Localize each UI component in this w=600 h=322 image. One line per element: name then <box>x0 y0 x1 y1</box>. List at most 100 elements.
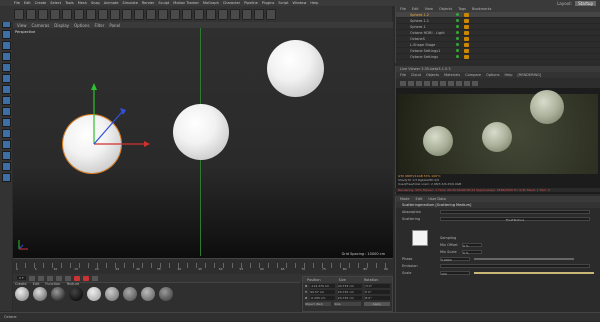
menu-item[interactable]: Plugins <box>262 1 275 5</box>
menu-item[interactable]: Snap <box>91 1 100 5</box>
absorption-field[interactable] <box>440 209 590 214</box>
lock-icon[interactable] <box>1 140 11 149</box>
visibility-dot-icon[interactable] <box>456 13 459 16</box>
scale-icon[interactable] <box>62 8 72 20</box>
mix-offset-field[interactable]: 0 % <box>462 242 482 248</box>
autokey-icon[interactable] <box>82 275 89 281</box>
rot-b-field[interactable]: B 0° <box>365 296 391 300</box>
object-menu-item[interactable]: View <box>425 7 433 11</box>
material-menu-item[interactable]: Create <box>15 282 27 286</box>
menu-item[interactable]: Render <box>142 1 154 5</box>
camera-icon[interactable] <box>254 8 264 20</box>
material-tag-icon[interactable] <box>464 30 469 35</box>
apply-button[interactable]: Apply <box>363 302 390 306</box>
menu-item[interactable]: Script <box>278 1 288 5</box>
pause-icon[interactable] <box>416 80 422 86</box>
frame-start-field[interactable]: 0 F <box>17 276 26 280</box>
menu-item[interactable]: Create <box>35 1 47 5</box>
pick-material-icon[interactable] <box>456 80 462 86</box>
material-menu-item[interactable]: Texture <box>66 282 79 286</box>
material-tag-icon[interactable] <box>464 42 469 47</box>
live-viewer-menu-item[interactable]: Materials <box>444 73 460 77</box>
menu-item[interactable]: Character <box>223 1 240 5</box>
texture-mode-icon[interactable] <box>1 96 11 105</box>
visibility-dot-icon[interactable] <box>456 43 459 46</box>
axis-mode-icon[interactable] <box>1 107 11 116</box>
material-menu-item[interactable]: Function <box>45 282 60 286</box>
magnet-icon[interactable] <box>1 173 11 182</box>
render-settings-icon[interactable] <box>170 8 180 20</box>
x-axis-icon[interactable] <box>98 8 108 20</box>
pos-y-field[interactable]: 90.57 cm <box>310 290 335 294</box>
model-mode-icon[interactable] <box>1 85 11 94</box>
menu-item[interactable]: Pipeline <box>244 1 258 5</box>
emission-field[interactable] <box>440 263 590 268</box>
object-menu-item[interactable]: Tags <box>458 7 466 11</box>
material-swatch[interactable] <box>159 287 173 301</box>
first-frame-icon[interactable] <box>28 275 35 281</box>
material-swatch[interactable] <box>15 287 29 301</box>
menu-item[interactable]: Window <box>293 1 307 5</box>
paint-icon[interactable] <box>1 162 11 171</box>
next-frame-icon[interactable] <box>55 275 62 281</box>
move-icon[interactable] <box>50 8 60 20</box>
kernel-settings-icon[interactable] <box>472 80 478 86</box>
attribute-menu-item[interactable]: Edit <box>416 197 423 201</box>
object-row[interactable]: Octane Settings <box>396 54 600 60</box>
material-tag-icon[interactable] <box>464 12 469 17</box>
mix-scale-field[interactable]: 0 % <box>462 249 482 255</box>
edges-mode-icon[interactable] <box>1 63 11 72</box>
play-icon[interactable] <box>46 275 53 281</box>
coord-mode-select[interactable]: Object (Rel) <box>305 302 332 306</box>
live-viewer-menu-item[interactable]: Help <box>505 73 513 77</box>
material-swatch[interactable] <box>33 287 47 301</box>
size-z-field[interactable]: 24.715 cm <box>337 296 363 300</box>
live-viewer-menu-item[interactable]: Cloud <box>411 73 421 77</box>
render-picture-icon[interactable] <box>158 8 168 20</box>
keyframe-icon[interactable] <box>91 275 98 281</box>
viewport-menu-item[interactable]: Options <box>74 23 89 28</box>
size-y-field[interactable]: 24.715 cm <box>337 290 363 294</box>
object-menu-item[interactable]: Objects <box>439 7 452 11</box>
material-swatch[interactable] <box>51 287 65 301</box>
cube-icon[interactable] <box>182 8 192 20</box>
sculpt-icon[interactable] <box>1 151 11 160</box>
layout-value[interactable]: Startup <box>575 0 596 6</box>
attribute-menu-item[interactable]: User Data <box>428 197 445 201</box>
material-tag-icon[interactable] <box>464 18 469 23</box>
menu-item[interactable]: Mesh <box>78 1 87 5</box>
menu-item[interactable]: Help <box>310 1 318 5</box>
subdivision-icon[interactable] <box>206 8 216 20</box>
live-viewer-menu-item[interactable]: Options <box>486 73 500 77</box>
material-swatch[interactable] <box>141 287 155 301</box>
scattering-field[interactable]: FloatTexture <box>440 216 590 222</box>
lock-resolution-icon[interactable] <box>432 80 438 86</box>
scale-slider[interactable] <box>474 271 594 274</box>
pick-focus-icon[interactable] <box>448 80 454 86</box>
prev-frame-icon[interactable] <box>37 275 44 281</box>
viewport-menu-item[interactable]: Panel <box>109 23 120 28</box>
coord-system-icon[interactable] <box>134 8 144 20</box>
send-scene-icon[interactable] <box>400 80 406 86</box>
menu-item[interactable]: Sculpt <box>158 1 169 5</box>
live-select-icon[interactable] <box>38 8 48 20</box>
visibility-dot-icon[interactable] <box>456 19 459 22</box>
menu-item[interactable]: File <box>14 1 20 5</box>
z-axis-icon[interactable] <box>122 8 132 20</box>
pos-x-field[interactable]: -114.379 cm <box>310 284 335 288</box>
viewport-menu-item[interactable]: Display <box>54 23 69 28</box>
material-tag-icon[interactable] <box>464 54 469 59</box>
material-tag-icon[interactable] <box>464 48 469 53</box>
deformer-icon[interactable] <box>230 8 240 20</box>
sphere-object[interactable] <box>267 40 324 97</box>
light-icon[interactable] <box>266 8 276 20</box>
live-viewer-menu-item[interactable]: File <box>400 73 406 77</box>
last-frame-icon[interactable] <box>64 275 71 281</box>
live-viewer-menu-item[interactable]: Objects <box>426 73 439 77</box>
floor-icon[interactable] <box>242 8 252 20</box>
restart-icon[interactable] <box>408 80 414 86</box>
visibility-dot-icon[interactable] <box>456 37 459 40</box>
polygons-mode-icon[interactable] <box>1 74 11 83</box>
points-mode-icon[interactable] <box>1 52 11 61</box>
render-view-icon[interactable] <box>146 8 156 20</box>
